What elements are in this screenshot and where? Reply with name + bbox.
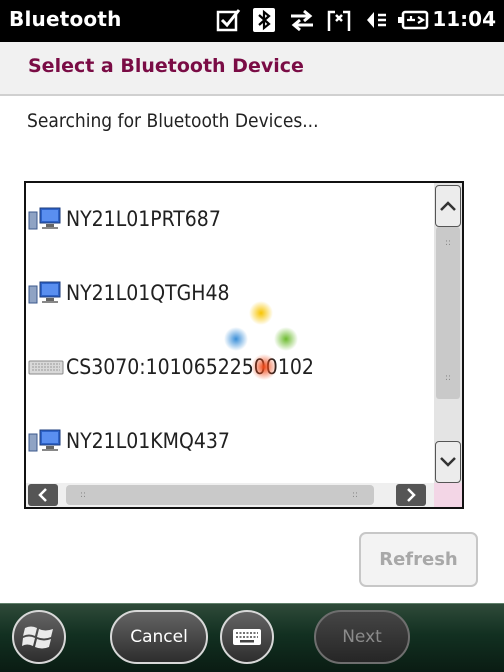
speaker-icon <box>362 6 388 34</box>
list-item-device-3[interactable]: NY21L01KMQ437 <box>26 421 230 461</box>
horizontal-scrollbar[interactable]: :: :: <box>26 483 434 507</box>
scroll-up-button[interactable] <box>435 185 461 227</box>
scrollbar-corner <box>434 483 462 507</box>
start-button[interactable] <box>12 610 66 664</box>
scroll-down-button[interactable] <box>435 441 461 483</box>
list-item-device-0[interactable]: NY21L01PRT687 <box>26 199 221 239</box>
device-list[interactable]: NY21L01PRT687 NY21L01QTGH48 CS3070:10106… <box>24 181 464 509</box>
status-bar: Bluetooth 11:04 <box>0 0 504 42</box>
keyboard-button[interactable] <box>220 610 274 664</box>
app-title: Bluetooth <box>9 7 122 31</box>
refresh-button[interactable]: Refresh <box>359 532 478 587</box>
vertical-scrollbar[interactable]: :: :: <box>434 183 462 485</box>
device-name: NY21L01PRT687 <box>66 207 221 231</box>
next-button[interactable]: Next <box>314 610 410 664</box>
list-item-device-1[interactable]: NY21L01QTGH48 <box>26 273 230 313</box>
page-title: Select a Bluetooth Device <box>28 55 304 77</box>
computer-icon <box>26 206 66 232</box>
chevron-left-icon <box>38 488 47 502</box>
battery-charging-icon <box>397 6 429 34</box>
chevron-right-icon <box>407 488 416 502</box>
checkbox-icon <box>215 6 241 34</box>
signal-off-icon <box>326 6 352 34</box>
computer-icon <box>26 428 66 454</box>
device-name: NY21L01KMQ437 <box>66 429 230 453</box>
device-name: NY21L01QTGH48 <box>66 281 230 305</box>
computer-icon <box>26 280 66 306</box>
bluetooth-icon <box>252 6 276 34</box>
page-header: Select a Bluetooth Device <box>0 42 504 96</box>
bottom-bar: Cancel Next <box>0 603 504 672</box>
loading-spinner-icon <box>216 295 306 385</box>
data-transfer-icon <box>289 6 315 34</box>
chevron-up-icon <box>440 201 456 211</box>
grip-icon: :: <box>445 373 452 383</box>
chevron-down-icon <box>440 457 456 467</box>
keyboard-icon <box>233 629 261 645</box>
grip-icon: :: <box>352 490 359 500</box>
clock: 11:04 <box>432 7 496 31</box>
horizontal-scroll-thumb[interactable] <box>66 485 374 505</box>
keyboard-icon <box>26 354 66 380</box>
grip-icon: :: <box>445 238 452 248</box>
cancel-button[interactable]: Cancel <box>110 610 208 664</box>
windows-logo-icon <box>22 626 53 649</box>
scroll-left-button[interactable] <box>28 484 58 506</box>
search-status-text: Searching for Bluetooth Devices... <box>27 110 319 132</box>
grip-icon: :: <box>80 490 87 500</box>
scroll-right-button[interactable] <box>396 484 426 506</box>
